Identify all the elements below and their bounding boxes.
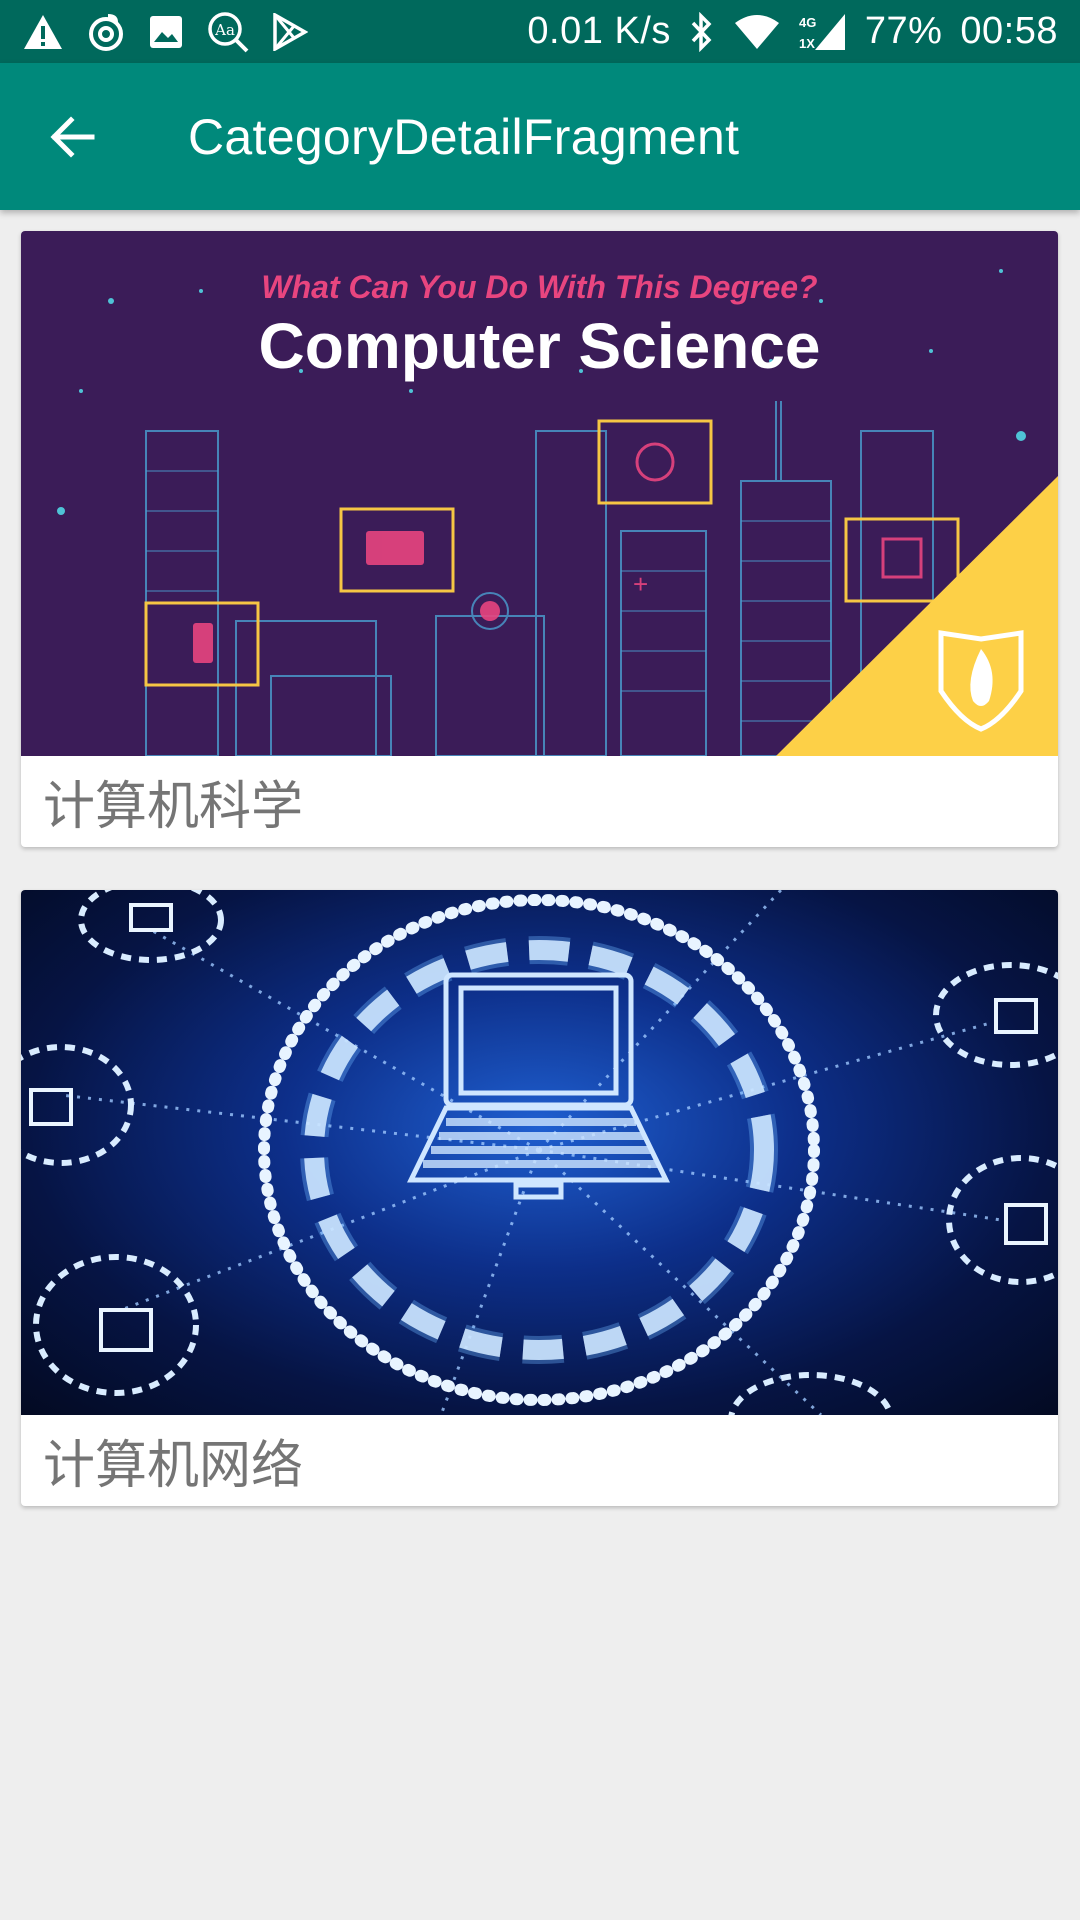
arrow-back-icon <box>50 115 95 158</box>
status-bar: Aa 0.01 K/s 4G 1X 77% 00:58 <box>0 0 1080 63</box>
image-icon <box>148 14 184 50</box>
svg-text:+: + <box>633 569 648 599</box>
category-image-computer-network <box>21 890 1058 1415</box>
svg-text:Aa: Aa <box>214 21 235 39</box>
alert-icon <box>22 13 64 51</box>
category-card-computer-network[interactable]: 计算机网络 <box>21 890 1058 1506</box>
signal-icon: 4G 1X <box>799 12 847 52</box>
battery-percent: 77% <box>864 10 943 52</box>
system-icons: 0.01 K/s 4G 1X 77% 00:58 <box>509 10 1058 53</box>
play-store-icon <box>272 12 308 51</box>
category-card-computer-science[interactable]: + What Can You Do With This Degree? Comp… <box>21 231 1058 847</box>
category-label: 计算机网络 <box>43 1436 304 1496</box>
netease-icon <box>86 12 126 52</box>
category-image-computer-science: + What Can You Do With This Degree? Comp… <box>21 231 1058 756</box>
dictionary-icon: Aa <box>206 10 250 54</box>
notification-icons: Aa <box>22 10 330 54</box>
bluetooth-icon <box>689 11 715 52</box>
image-title: Computer Science <box>258 310 821 382</box>
app-bar: CategoryDetailFragment <box>0 63 1080 210</box>
image-subtitle: What Can You Do With This Degree? <box>261 269 818 305</box>
network-type-label: 4G <box>799 15 816 30</box>
sim-label: 1X <box>799 36 815 51</box>
wifi-icon <box>733 13 781 51</box>
page-title: CategoryDetailFragment <box>188 108 740 165</box>
network-speed: 0.01 K/s <box>527 10 671 52</box>
clock: 00:58 <box>960 10 1058 52</box>
back-button[interactable] <box>38 103 106 171</box>
category-label: 计算机科学 <box>43 777 304 837</box>
